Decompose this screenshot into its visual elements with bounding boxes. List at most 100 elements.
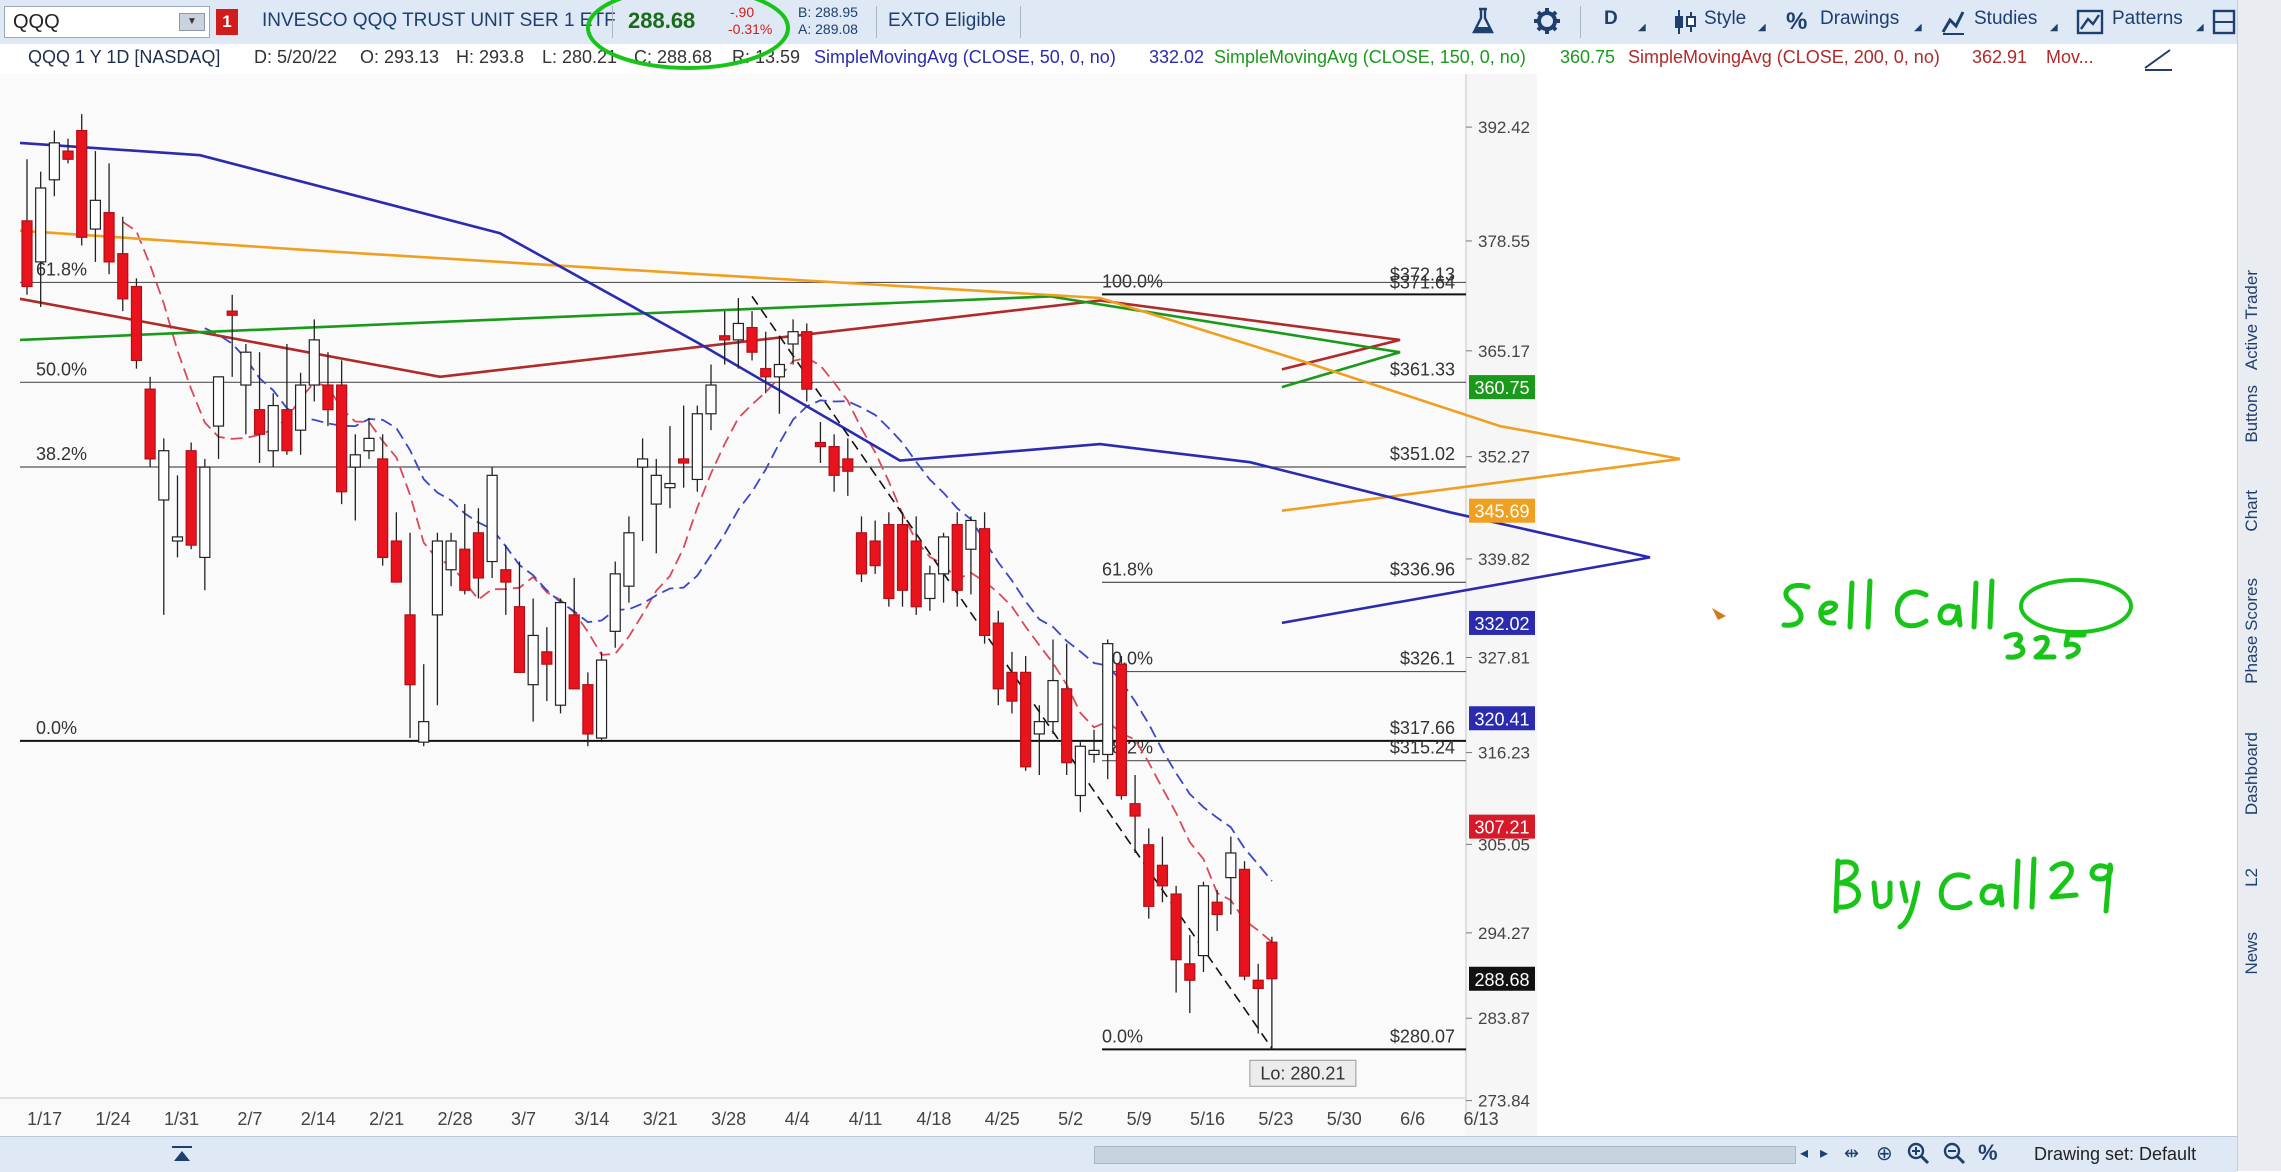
x-axis-tick-label: 3/21 [643,1109,678,1129]
x-axis-tick-label: 5/2 [1058,1109,1083,1129]
x-axis-tick-label: 3/14 [574,1109,609,1129]
cursor-pointer-icon [1712,608,1726,620]
fib-price-label: $361.33 [1390,359,1455,379]
low-price-label: Lo: 280.21 [1260,1063,1345,1083]
candlestick [486,467,498,578]
up-candle-body [1197,885,1210,957]
price-axis-badge-label: 320.41 [1474,709,1529,729]
up-candle-body [431,540,443,616]
fib-level-label: 100.0% [1102,271,1163,291]
drawing-set-label[interactable]: Drawing set: Default [2034,1144,2196,1165]
candlestick [1115,655,1128,800]
down-candle-body [760,368,772,378]
up-candle-body [1088,749,1100,756]
tab-chart[interactable]: Chart [2242,490,2262,532]
up-candle-body [363,437,375,452]
x-axis-tick-label: 2/28 [438,1109,473,1129]
expand-time-icon[interactable]: ⇹ [1844,1143,1859,1164]
down-candle-body [1156,864,1169,887]
down-candle-body [1143,844,1155,907]
horizontal-scrollbar[interactable] [1094,1146,1796,1164]
down-candle-body [1115,663,1128,797]
up-candle-body [89,199,102,230]
down-candle-body [828,446,840,476]
collapse-panel-icon[interactable] [170,1143,194,1170]
up-candle-body [937,536,950,575]
up-candle-body [1033,721,1045,735]
down-candle-body [404,614,416,686]
price-chart[interactable]: 392.42 378.55 365.17 352.27 339.82 327.81 316.… [0,0,2237,1136]
x-axis-tick-label: 4/4 [785,1109,810,1129]
down-candle-body [185,450,197,546]
fib-price-label: $280.07 [1390,1026,1455,1046]
y-axis-tick-label: 378.55 [1478,232,1530,251]
down-candle-body [144,388,156,460]
price-circle-annotation [2019,578,2133,634]
fib-level-label: 0.0% [1102,1026,1143,1046]
down-candle-body [869,540,881,567]
up-candle-body [212,376,225,427]
up-candle-body [199,466,211,559]
candlestick [144,376,156,468]
candlestick [130,278,143,369]
down-candle-body [281,409,293,452]
x-axis-tick-label: 3/28 [711,1109,746,1129]
up-candle-body [308,339,320,386]
down-candle-body [1211,901,1223,916]
fib-level-label: 61.8% [1102,559,1153,579]
tab-dashboard[interactable]: Dashboard [2242,732,2262,815]
candlestick [1238,861,1251,981]
fib-price-label: $315.24 [1390,738,1455,758]
bottom-bar: ◂ ▸ ⇹ ⊕ % Drawing set: Default [0,1136,2237,1172]
down-candle-body [513,606,526,673]
arrow-left-icon[interactable]: ◂ [1800,1143,1808,1163]
up-candle-body [418,721,430,743]
zoom-in-icon[interactable] [1906,1141,1930,1170]
up-candle-body [1074,745,1086,797]
down-candle-body [130,285,143,362]
down-candle-body [746,326,758,353]
tab-l2[interactable]: L2 [2242,868,2262,887]
fib-price-label: $336.96 [1390,559,1455,579]
down-candle-body [801,331,813,390]
candlestick [185,442,197,550]
tab-buttons[interactable]: Buttons [2242,385,2262,443]
percent-icon[interactable]: % [1978,1140,1998,1166]
down-candle-body [541,651,553,665]
up-candle-body [705,384,717,415]
up-candle-body [650,474,662,505]
up-candle-body [445,540,457,571]
down-candle-body [1170,893,1182,961]
down-candle-body [719,335,731,341]
down-candle-body [951,523,963,591]
arrow-right-icon[interactable]: ▸ [1820,1143,1828,1163]
tab-active-trader[interactable]: Active Trader [2242,270,2262,370]
down-candle-body [582,684,594,735]
price-axis-badge-label: 332.02 [1474,614,1529,634]
down-candle-body [910,540,922,608]
up-candle-body [527,634,539,686]
tab-phase-scores[interactable]: Phase Scores [2242,578,2262,684]
zoom-out-icon[interactable] [1942,1141,1966,1170]
fib-price-label: $351.02 [1390,444,1455,464]
x-axis-tick-label: 5/30 [1327,1109,1362,1129]
down-candle-body [117,253,129,300]
down-candle-body [978,528,991,637]
tab-news[interactable]: News [2242,932,2262,975]
price-axis-badge-label: 288.68 [1474,970,1529,990]
y-axis-tick-label: 316.23 [1478,744,1530,763]
up-candle-body [295,384,307,431]
down-candle-body [459,548,471,591]
crosshair-icon[interactable]: ⊕ [1876,1141,1893,1166]
up-candle-body [1225,852,1237,879]
y-axis-tick-label: 294.27 [1478,924,1530,943]
x-axis-tick-label: 4/11 [849,1109,883,1129]
up-candle-body [1102,643,1114,756]
up-candle-body [664,482,676,489]
up-candle-body [349,454,361,468]
down-candle-body [390,540,402,583]
x-axis-tick-label: 6/13 [1464,1109,1499,1129]
candlestick [883,512,895,607]
down-candle-body [1061,688,1073,764]
up-candle-body [267,404,279,452]
